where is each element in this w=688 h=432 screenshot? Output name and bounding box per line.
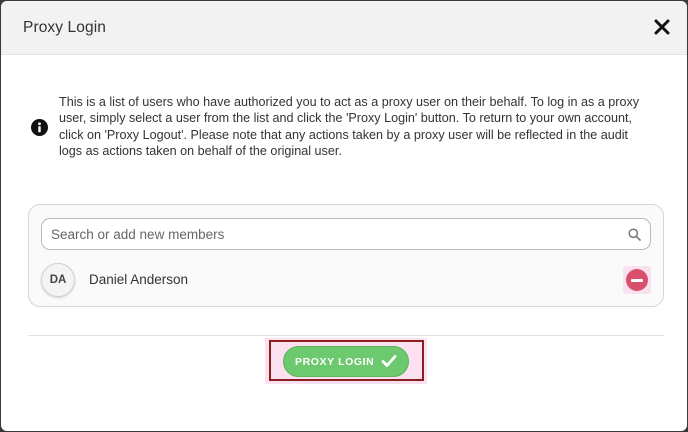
- list-item[interactable]: DA Daniel Anderson: [41, 263, 651, 297]
- dialog-title: Proxy Login: [23, 19, 106, 36]
- info-text: This is a list of users who have authori…: [59, 95, 640, 158]
- minus-circle-icon[interactable]: [626, 269, 648, 291]
- close-button[interactable]: [653, 18, 671, 36]
- search-box[interactable]: [41, 218, 651, 250]
- close-icon[interactable]: [653, 18, 671, 36]
- dialog-header: Proxy Login: [1, 1, 687, 55]
- check-icon: [381, 355, 397, 367]
- search-input[interactable]: [42, 219, 650, 249]
- proxy-login-label: PROXY LOGIN: [295, 356, 375, 368]
- member-name[interactable]: Daniel Anderson: [89, 272, 188, 287]
- proxy-login-dialog: Proxy Login This is a list of users who …: [1, 1, 687, 431]
- avatar: DA: [41, 263, 75, 297]
- search-icon[interactable]: [628, 228, 641, 241]
- info-icon: [31, 119, 48, 136]
- members-panel: DA Daniel Anderson: [28, 204, 664, 307]
- proxy-login-button[interactable]: PROXY LOGIN: [283, 346, 409, 377]
- divider: [28, 335, 664, 336]
- remove-member-button[interactable]: [623, 266, 651, 294]
